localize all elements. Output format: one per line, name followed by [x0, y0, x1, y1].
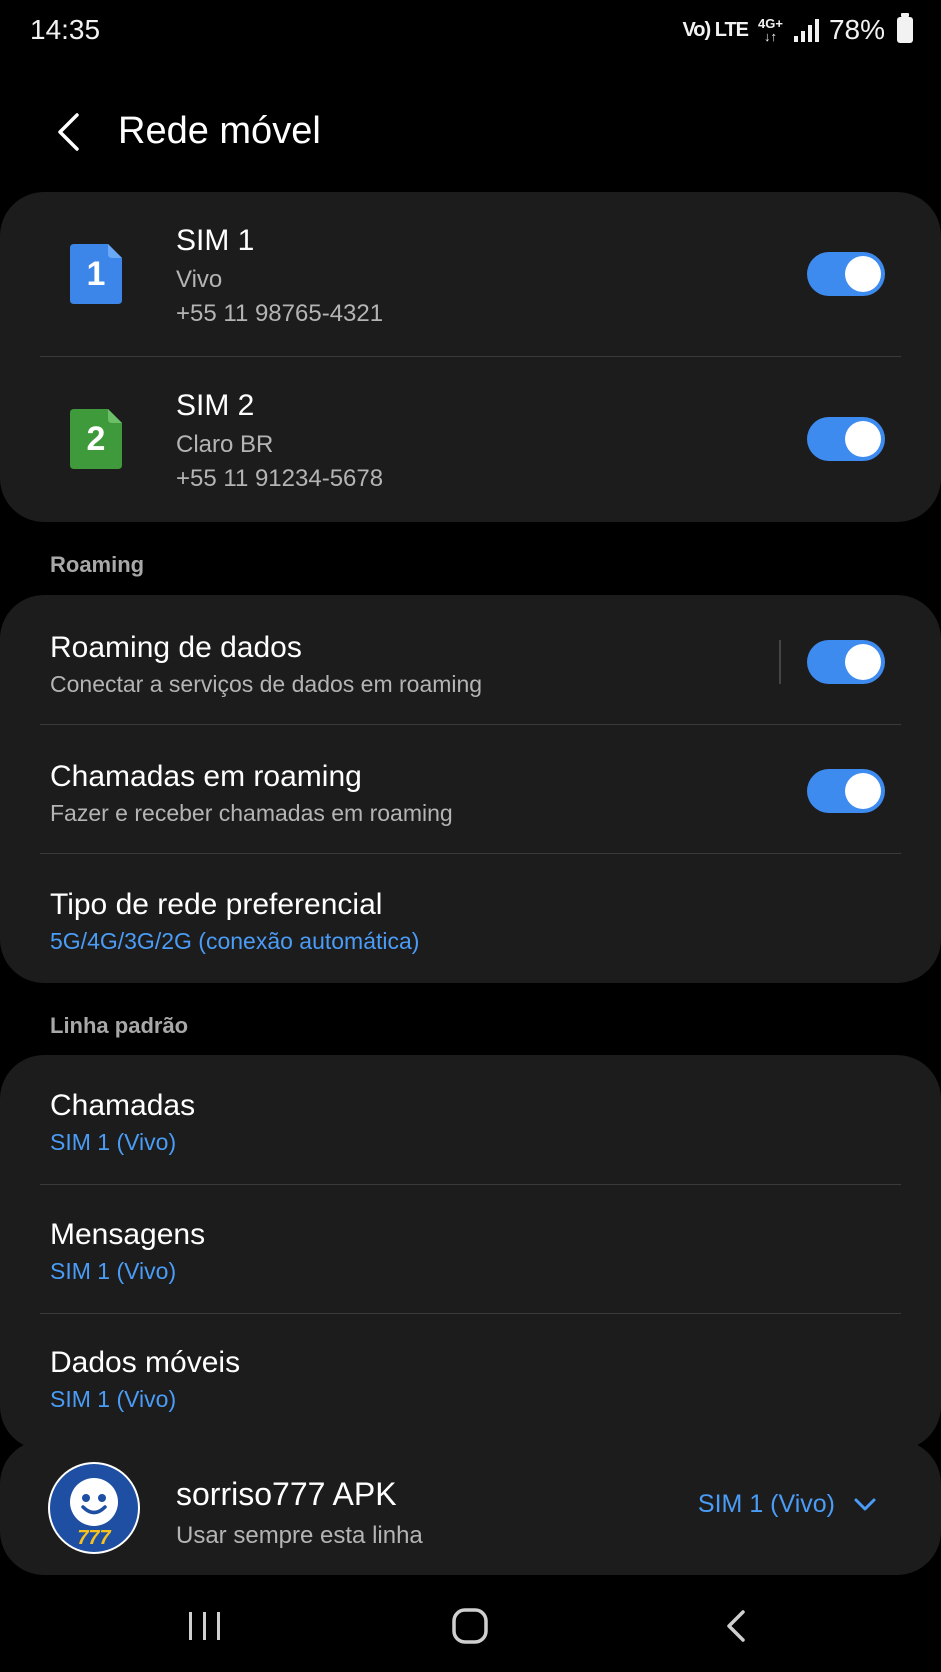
battery-icon	[897, 13, 913, 43]
item-value: SIM 1 (Vivo)	[50, 1258, 177, 1284]
app-line-selector[interactable]: SIM 1 (Vivo)	[698, 1490, 877, 1519]
sim-number: +55 11 98765-4321	[176, 300, 384, 327]
sim-1-toggle[interactable]	[807, 252, 885, 296]
item-subtitle: Fazer e receber chamadas em roaming	[50, 800, 453, 826]
sim-badge-number: 1	[86, 254, 106, 293]
sim-row-2[interactable]: 2 SIM 2 Claro BR +55 11 91234-5678	[0, 357, 941, 522]
item-title: Chamadas	[50, 1089, 196, 1122]
back-icon	[727, 1610, 745, 1642]
back-button[interactable]	[40, 104, 96, 160]
data-network-indicator: 4G+ ↓↑	[758, 17, 783, 43]
chevron-down-icon	[854, 1498, 876, 1510]
selected-line: SIM 1 (Vivo)	[697, 1490, 835, 1518]
volte-indicator: Vo) LTE	[682, 18, 749, 41]
nav-back-button[interactable]	[706, 1602, 766, 1650]
item-title: Dados móveis	[50, 1346, 241, 1379]
item-title: Chamadas em roaming	[50, 760, 362, 793]
home-button[interactable]	[440, 1602, 500, 1650]
data-roaming-row[interactable]: Roaming de dados Conectar a serviços de …	[0, 595, 941, 725]
default-line-card: Chamadas SIM 1 (Vivo) Mensagens SIM 1 (V…	[0, 1055, 941, 1450]
item-subtitle: Conectar a serviços de dados em roaming	[50, 671, 483, 697]
signal-icon	[793, 19, 819, 42]
item-title: Roaming de dados	[50, 631, 302, 664]
messages-line-row[interactable]: Mensagens SIM 1 (Vivo)	[0, 1185, 941, 1314]
item-value: 5G/4G/3G/2G (conexão automática)	[50, 928, 420, 954]
vertical-separator	[779, 640, 781, 684]
app-logo: 777	[48, 1462, 140, 1554]
data-roaming-toggle[interactable]	[807, 640, 885, 684]
recents-button[interactable]	[175, 1602, 235, 1650]
call-roaming-row[interactable]: Chamadas em roaming Fazer e receber cham…	[0, 725, 941, 854]
battery-percent: 78%	[828, 14, 885, 45]
status-icons: Vo) LTE 4G+ ↓↑ 78%	[682, 13, 913, 46]
roaming-card: Roaming de dados Conectar a serviços de …	[0, 595, 941, 983]
item-value: SIM 1 (Vivo)	[50, 1386, 177, 1412]
sim-name: SIM 1	[176, 224, 255, 257]
sim-card-icon: 1	[68, 242, 124, 306]
item-title: Mensagens	[50, 1218, 206, 1251]
recents-icon	[189, 1612, 220, 1640]
sim-number: +55 11 91234-5678	[176, 465, 384, 492]
status-time: 14:35	[30, 14, 101, 45]
data-activity-arrows: ↓↑	[763, 29, 777, 44]
sim-list-card: 1 SIM 1 Vivo +55 11 98765-4321 2 SIM 2 C…	[0, 192, 941, 522]
page-title: Rede móvel	[118, 110, 321, 152]
sim-card-icon: 2	[68, 407, 124, 471]
app-line-card[interactable]: 777 sorriso777 APK Usar sempre esta linh…	[0, 1440, 941, 1575]
navigation-bar	[0, 1580, 941, 1672]
app-logo-text: 777	[77, 1527, 111, 1549]
section-header-roaming: Roaming	[50, 552, 145, 577]
preferred-network-row[interactable]: Tipo de rede preferencial 5G/4G/3G/2G (c…	[0, 854, 941, 983]
chevron-left-icon	[58, 113, 79, 151]
item-value: SIM 1 (Vivo)	[50, 1129, 177, 1155]
mobile-data-line-row[interactable]: Dados móveis SIM 1 (Vivo)	[0, 1314, 941, 1450]
sim-row-1[interactable]: 1 SIM 1 Vivo +55 11 98765-4321	[0, 192, 941, 357]
sim-badge-number: 2	[86, 419, 106, 458]
calls-line-row[interactable]: Chamadas SIM 1 (Vivo)	[0, 1055, 941, 1185]
app-bar: Rede móvel	[0, 88, 941, 180]
app-subtitle: Usar sempre esta linha	[176, 1522, 423, 1549]
sim-carrier: Vivo	[176, 266, 223, 293]
status-bar: 14:35 Vo) LTE 4G+ ↓↑ 78%	[0, 0, 941, 62]
section-header-default-line: Linha padrão	[50, 1013, 189, 1038]
call-roaming-toggle[interactable]	[807, 769, 885, 813]
item-title: Tipo de rede preferencial	[50, 888, 383, 921]
sim-name: SIM 2	[176, 389, 255, 422]
app-name: sorriso777 APK	[176, 1476, 397, 1512]
sim-2-toggle[interactable]	[807, 417, 885, 461]
home-icon	[452, 1608, 488, 1644]
sim-carrier: Claro BR	[176, 431, 274, 458]
